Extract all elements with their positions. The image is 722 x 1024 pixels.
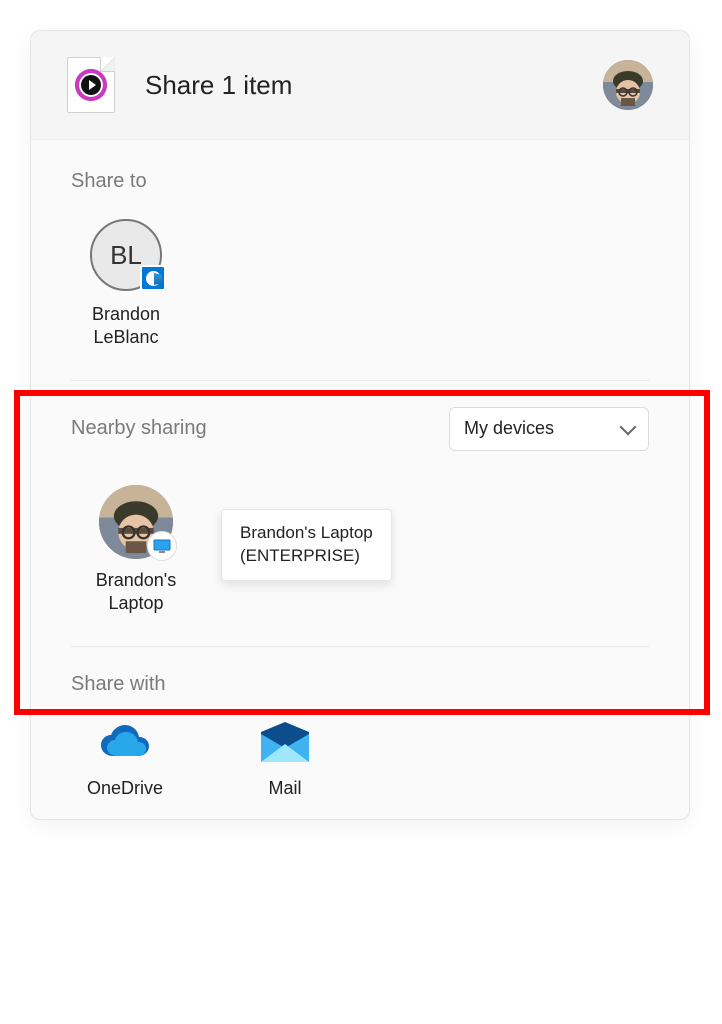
share-to-heading: Share to xyxy=(71,170,649,193)
dialog-body: Share to BL Brandon LeBlanc Nearby shari… xyxy=(31,140,689,819)
contact-initials-text: BL xyxy=(110,240,142,271)
outlook-icon xyxy=(140,265,166,291)
user-avatar[interactable] xyxy=(603,60,653,110)
mail-icon xyxy=(257,722,313,766)
chevron-down-icon xyxy=(620,418,637,435)
device-row: Brandon's Laptop Brandon's Laptop (ENTER… xyxy=(71,485,649,616)
device-brandons-laptop[interactable]: Brandon's Laptop xyxy=(71,485,201,616)
app-row: OneDrive Mail xyxy=(71,722,649,799)
app-onedrive[interactable]: OneDrive xyxy=(75,722,175,799)
divider xyxy=(71,646,649,647)
onedrive-icon xyxy=(97,722,153,766)
contact-label: Brandon LeBlanc xyxy=(71,303,181,350)
contact-brandon-leblanc[interactable]: BL Brandon LeBlanc xyxy=(71,219,181,350)
app-mail[interactable]: Mail xyxy=(235,722,335,799)
nearby-sharing-heading: Nearby sharing xyxy=(71,417,207,440)
share-dialog: Share 1 item Share to BL xyxy=(30,30,690,820)
dialog-title: Share 1 item xyxy=(145,70,603,101)
app-label: Mail xyxy=(235,778,335,799)
monitor-icon xyxy=(147,531,177,561)
app-label: OneDrive xyxy=(75,778,175,799)
contact-initials: BL xyxy=(90,219,162,291)
file-thumbnail xyxy=(67,57,115,113)
nearby-header: Nearby sharing My devices xyxy=(71,407,649,451)
nearby-scope-dropdown[interactable]: My devices xyxy=(449,407,649,451)
avatar-icon xyxy=(603,60,653,110)
dropdown-selected-label: My devices xyxy=(464,418,554,439)
device-label: Brandon's Laptop xyxy=(71,569,201,616)
share-with-heading: Share with xyxy=(71,673,649,696)
dialog-header: Share 1 item xyxy=(31,31,689,140)
play-icon xyxy=(78,72,104,98)
divider xyxy=(71,380,649,381)
device-tooltip: Brandon's Laptop (ENTERPRISE) xyxy=(221,509,392,581)
contact-row: BL Brandon LeBlanc xyxy=(71,219,649,350)
